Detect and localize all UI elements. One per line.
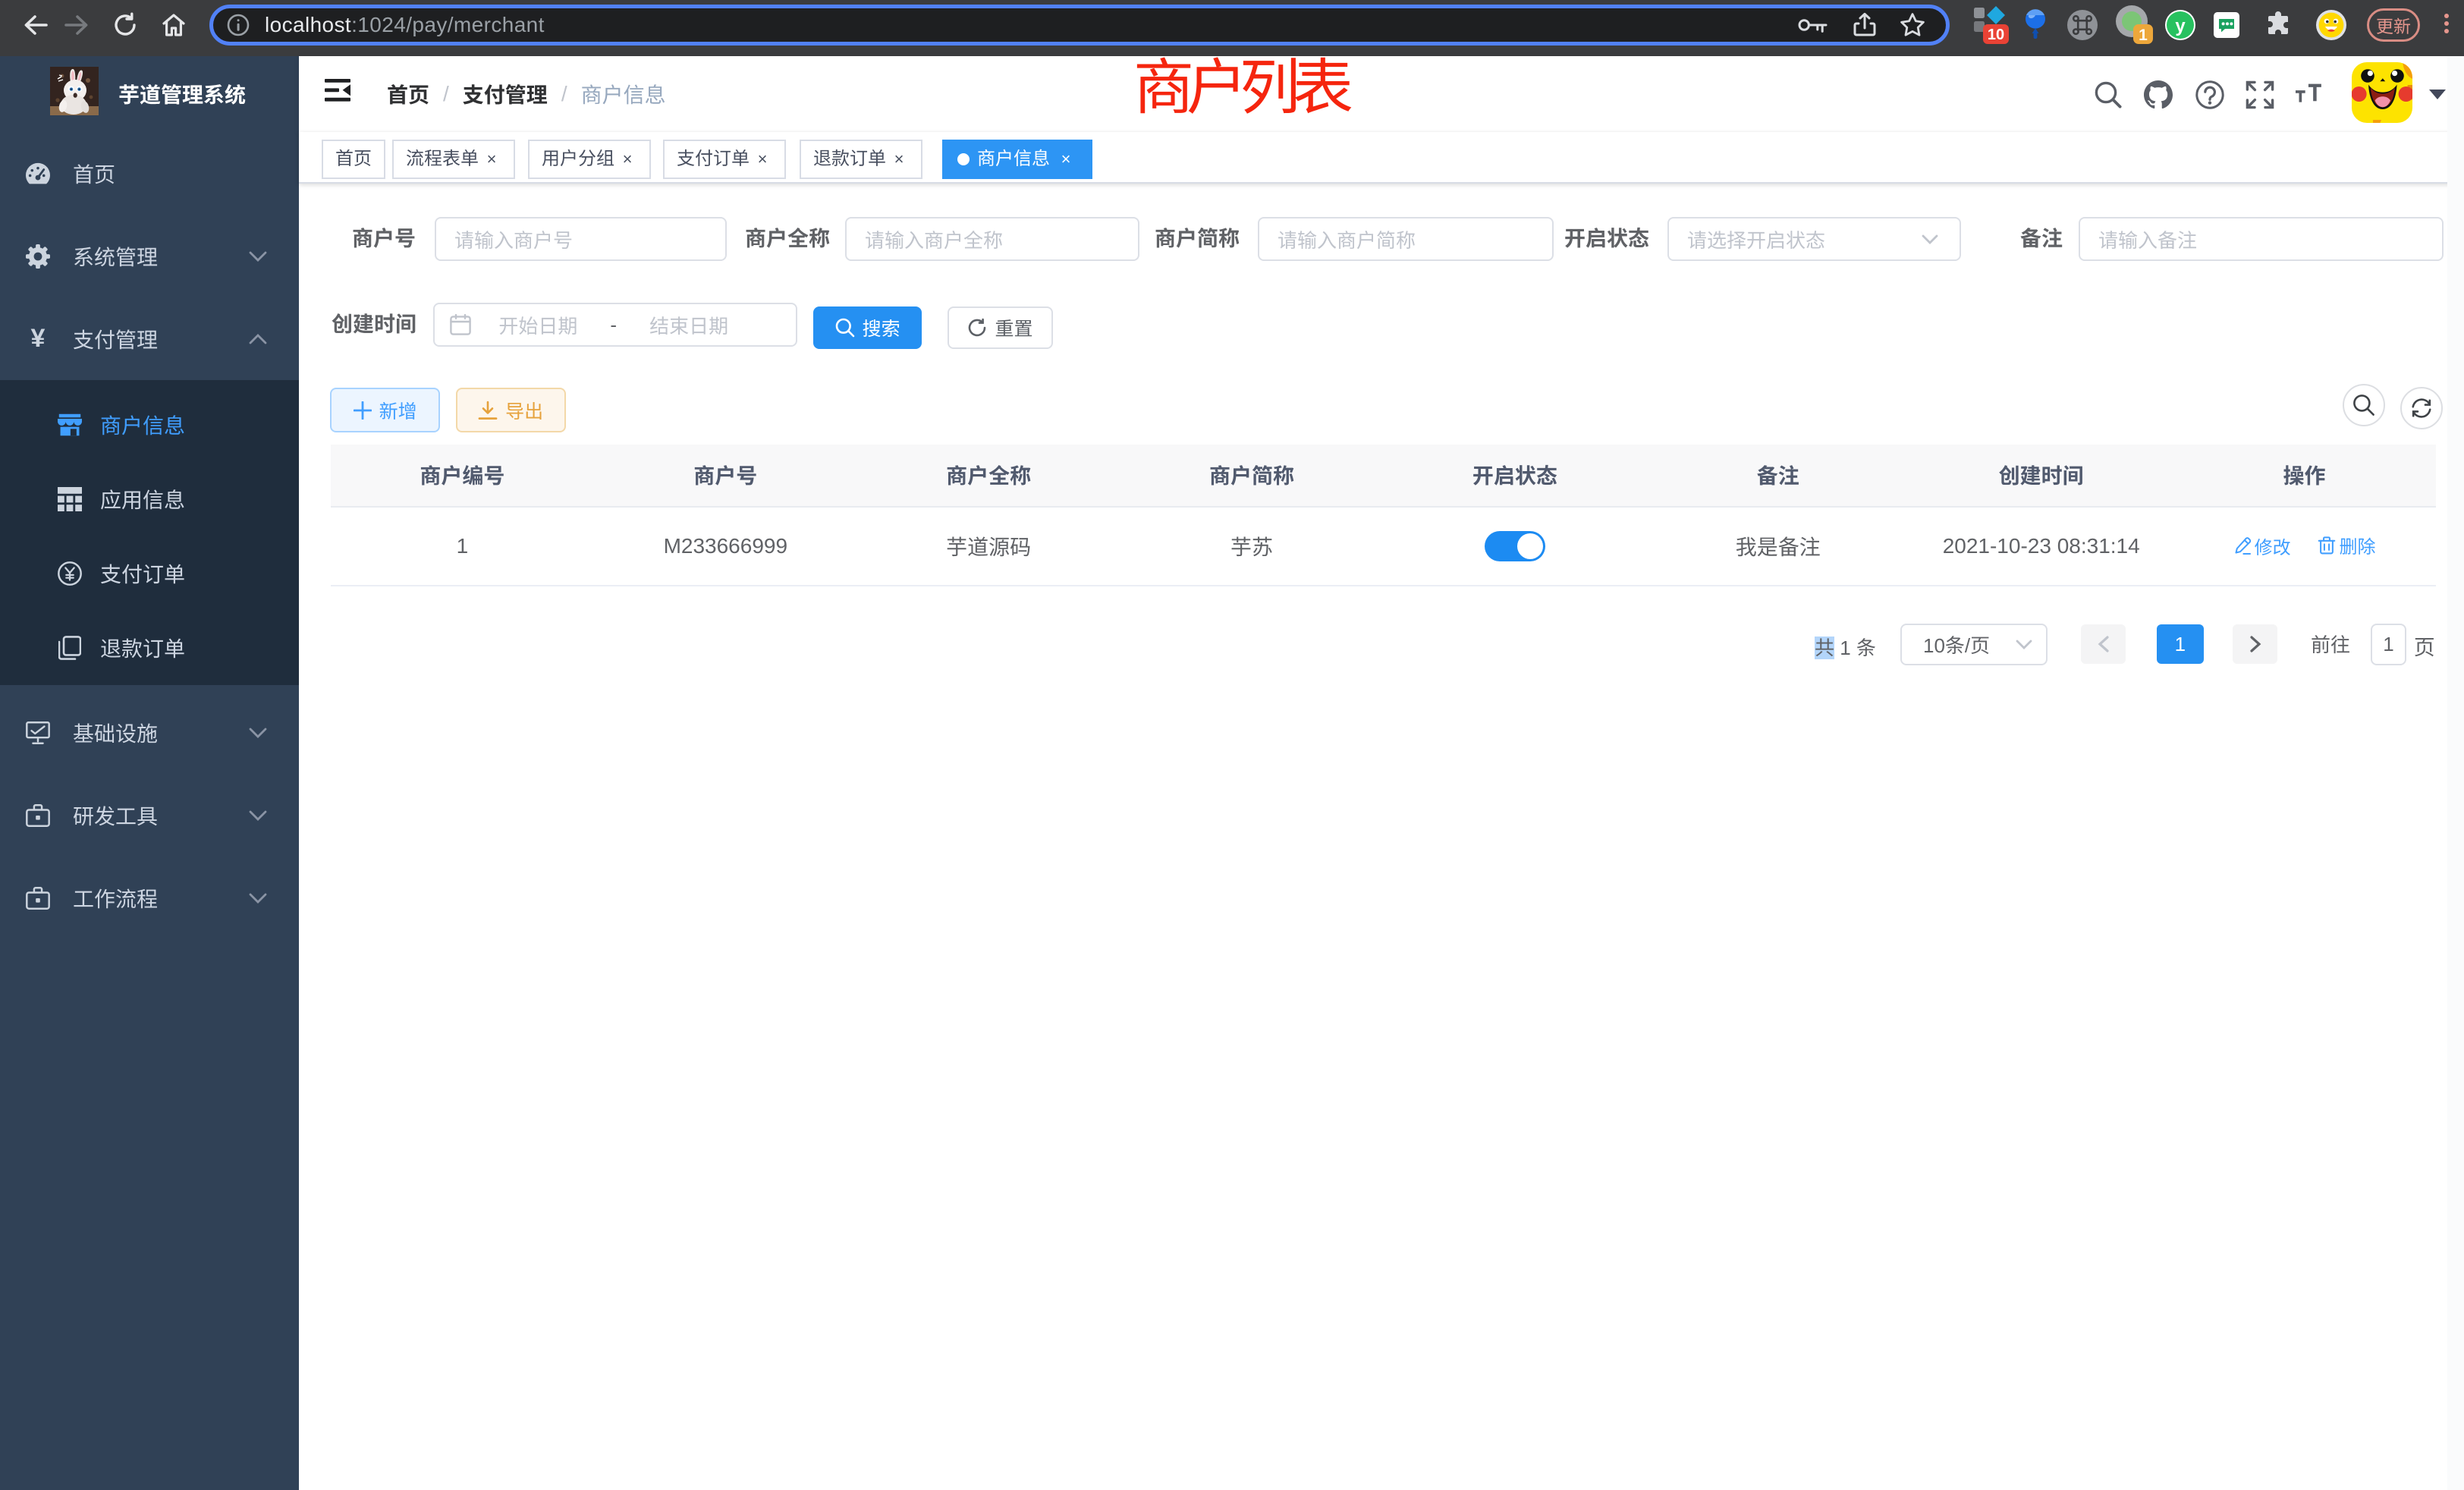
svg-text:y: y bbox=[2175, 16, 2186, 36]
svg-text:10: 10 bbox=[1988, 27, 2004, 43]
svg-text:1: 1 bbox=[2139, 27, 2148, 44]
